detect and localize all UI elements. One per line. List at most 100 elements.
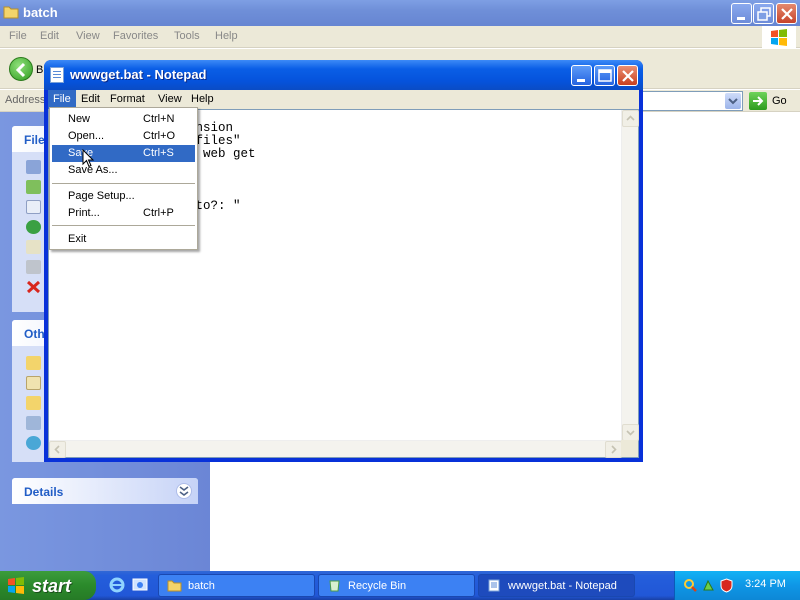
notepad-maximize-button[interactable] (594, 65, 615, 86)
notepad-title-bar[interactable]: wwwget.bat - Notepad (44, 60, 643, 90)
menu-item-open[interactable]: Open... Ctrl+O (52, 128, 195, 145)
menu-item-shortcut: Ctrl+N (143, 113, 175, 125)
horizontal-scrollbar[interactable] (49, 440, 622, 458)
back-label: B (36, 64, 44, 76)
show-desktop-icon[interactable] (131, 576, 149, 594)
explorer-title-bar[interactable]: batch (0, 0, 800, 26)
delete-icon[interactable] (26, 280, 41, 294)
chevron-up-icon (626, 115, 635, 121)
notepad-icon (488, 579, 500, 592)
taskbar: start batch Recycle Bin wwwget.bat - Not… (0, 571, 800, 600)
task-notepad[interactable]: wwwget.bat - Notepad (478, 574, 635, 597)
my-computer-icon[interactable] (26, 416, 41, 430)
menu-item-shortcut: Ctrl+P (143, 207, 174, 219)
chevron-right-icon (611, 445, 617, 454)
menu-item-save[interactable]: Save Ctrl+S (52, 145, 195, 162)
address-input[interactable] (640, 91, 743, 111)
windows-logo-icon (762, 26, 796, 48)
task-label: batch (188, 580, 215, 592)
task-batch[interactable]: batch (158, 574, 315, 597)
minimize-icon (577, 79, 585, 82)
notepad-icon (50, 67, 64, 83)
menu-item-label: Open... (68, 130, 105, 142)
explorer-title: batch (23, 5, 58, 20)
internet-explorer-icon[interactable] (108, 576, 126, 594)
start-button[interactable]: start (0, 571, 96, 600)
recycle-bin-icon (329, 580, 340, 592)
back-button[interactable] (9, 57, 33, 81)
menu-item-page-setup[interactable]: Page Setup... (52, 188, 195, 205)
menu-item-print[interactable]: Print... Ctrl+P (52, 205, 195, 222)
menu-item-exit[interactable]: Exit (52, 231, 195, 248)
move-icon[interactable] (26, 180, 41, 194)
clock[interactable]: 3:24 PM (745, 578, 786, 590)
network-icon[interactable] (26, 436, 41, 450)
folder-icon (3, 6, 19, 19)
other-places-title: Oth (24, 327, 45, 341)
restore-icon (757, 7, 771, 21)
email-icon[interactable] (26, 240, 41, 254)
details-panel: Details (12, 478, 198, 504)
minimize-button[interactable] (731, 3, 752, 24)
file-tasks-title: File (24, 133, 45, 147)
notepad-title: wwwget.bat - Notepad (70, 67, 207, 82)
documents-icon[interactable] (26, 376, 41, 390)
security-shield-icon[interactable] (719, 578, 734, 593)
search-icon[interactable] (683, 578, 698, 593)
menu-item-save-as[interactable]: Save As... (52, 162, 195, 179)
shared-folder-icon[interactable] (26, 396, 41, 410)
scroll-up-button[interactable] (622, 110, 639, 127)
folder-icon[interactable] (26, 356, 41, 370)
resize-grip[interactable] (621, 440, 638, 457)
folder-icon (167, 580, 182, 592)
expand-chevron-icon[interactable] (176, 483, 192, 499)
go-button[interactable] (749, 92, 767, 110)
close-icon (622, 70, 634, 82)
notepad-close-button[interactable] (617, 65, 638, 86)
file-menu-dropdown: New Ctrl+N Open... Ctrl+O Save Ctrl+S Sa… (49, 107, 198, 250)
menu-view[interactable]: View (76, 30, 100, 42)
menu-item-shortcut: Ctrl+S (143, 147, 174, 159)
scroll-down-button[interactable] (622, 424, 639, 441)
go-label[interactable]: Go (772, 95, 787, 107)
menu-item-label: Print... (68, 207, 100, 219)
windows-flag-icon (8, 577, 24, 594)
menu-help[interactable]: Help (215, 30, 238, 42)
print-icon[interactable] (26, 260, 41, 274)
notepad-minimize-button[interactable] (571, 65, 592, 86)
go-arrow-icon (753, 96, 764, 106)
chevron-down-icon (626, 430, 635, 436)
scroll-right-button[interactable] (605, 441, 622, 458)
back-arrow-icon (15, 62, 26, 78)
start-label: start (32, 576, 72, 596)
menu-item-label: Page Setup... (68, 190, 135, 202)
explorer-menubar: File Edit View Favorites Tools Help (0, 26, 800, 48)
rename-icon[interactable] (26, 160, 41, 174)
menu-tools[interactable]: Tools (174, 30, 200, 42)
details-title: Details (24, 485, 64, 499)
scroll-left-button[interactable] (49, 441, 66, 458)
network-tray-icon[interactable] (701, 578, 716, 593)
system-tray: 3:24 PM (674, 571, 800, 600)
menu-file[interactable]: File (9, 30, 27, 42)
menu-item-shortcut: Ctrl+O (143, 130, 176, 142)
copy-icon[interactable] (26, 200, 41, 214)
menu-separator (52, 183, 195, 184)
menu-item-label: New (68, 113, 91, 125)
task-recycle-bin[interactable]: Recycle Bin (318, 574, 475, 597)
task-label: Recycle Bin (348, 580, 407, 592)
menu-separator (52, 225, 195, 226)
details-header[interactable]: Details (12, 478, 198, 504)
maximize-icon (598, 69, 612, 82)
menu-edit[interactable]: Edit (40, 30, 59, 42)
vertical-scrollbar[interactable] (621, 110, 639, 441)
menu-item-new[interactable]: New Ctrl+N (52, 111, 195, 128)
close-button[interactable] (776, 3, 797, 24)
minimize-icon (737, 17, 745, 20)
menu-item-label: Exit (68, 233, 87, 245)
close-icon (781, 8, 793, 20)
chevron-down-icon[interactable] (725, 93, 741, 109)
restore-button[interactable] (753, 3, 774, 24)
menu-favorites[interactable]: Favorites (113, 30, 158, 42)
web-publish-icon[interactable] (26, 220, 41, 234)
